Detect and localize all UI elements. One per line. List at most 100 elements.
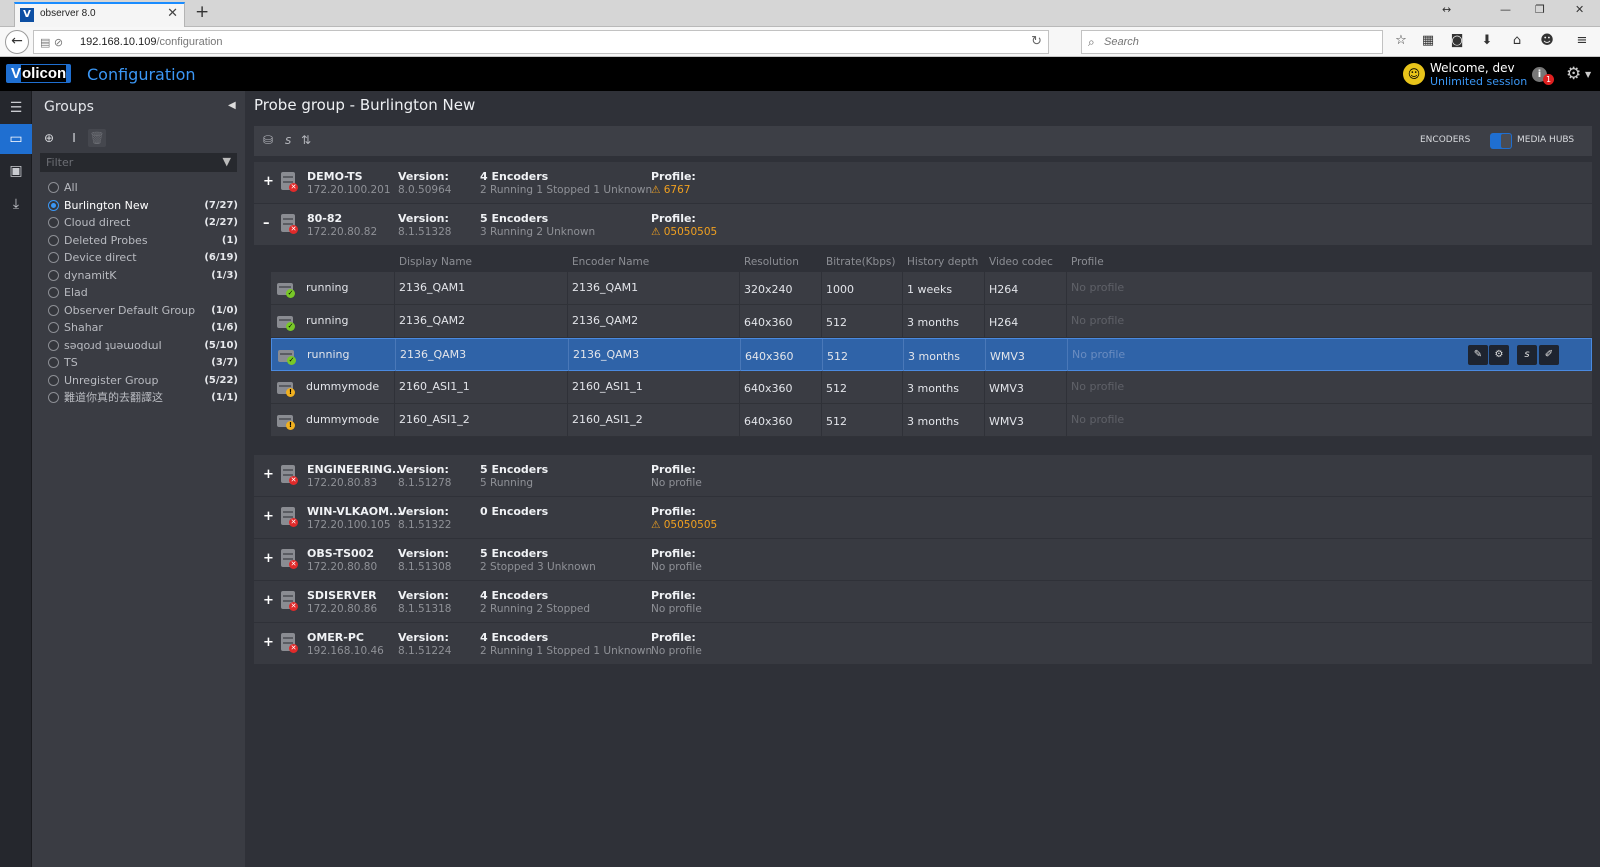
group-item[interactable]: sǝqoɹd ʇuǝɯodɯI (5/10): [48, 337, 238, 355]
search-box[interactable]: ⌕: [1081, 30, 1383, 54]
encoders-toggle-label[interactable]: ENCODERS: [1420, 135, 1470, 145]
probe-row[interactable]: + ✕ ENGINEERING... 172.20.80.83 Version: 8.1.…: [254, 455, 1592, 496]
expand-row-icon[interactable]: +: [263, 174, 274, 189]
script-icon[interactable]: s: [1517, 345, 1537, 365]
column-header[interactable]: Bitrate(Kbps): [826, 256, 895, 268]
group-radio[interactable]: [48, 269, 59, 281]
add-probe-icon[interactable]: ⛁: [263, 133, 273, 147]
group-radio[interactable]: [48, 234, 59, 246]
group-radio[interactable]: [48, 182, 59, 193]
group-radio[interactable]: [48, 304, 59, 316]
group-filter[interactable]: ▼: [40, 153, 237, 172]
group-radio[interactable]: [48, 322, 59, 333]
group-item[interactable]: Deleted Probes (1): [48, 232, 238, 250]
expand-row-icon[interactable]: +: [263, 509, 274, 524]
table-row[interactable]: ! dummymode 2160_ASI1_1 2160_ASI1_1 640x360 5…: [271, 371, 1592, 404]
address-bar[interactable]: ▤ ⊘ 192.168.10.109/configuration ↻: [33, 30, 1049, 54]
minimize-icon[interactable]: —: [1500, 3, 1511, 16]
table-row[interactable]: ✓ running 2136_QAM2 2136_QAM2 640x360 512 3 mo…: [271, 305, 1592, 338]
probe-row[interactable]: – ✕ 80-82 172.20.80.82 Version: 8.1.51328 5 En…: [254, 204, 1592, 245]
expand-row-icon[interactable]: +: [263, 467, 274, 482]
search-input[interactable]: [1104, 34, 1374, 50]
group-radio[interactable]: [48, 357, 59, 368]
column-header[interactable]: Video codec: [989, 256, 1053, 268]
collapse-panel-icon[interactable]: ◀: [228, 100, 236, 111]
group-radio[interactable]: [48, 252, 59, 263]
table-row[interactable]: ! dummymode 2160_ASI1_2 2160_ASI1_2 640x360 5…: [271, 404, 1592, 437]
reading-list-icon[interactable]: ▦: [1420, 33, 1436, 48]
user-avatar-icon[interactable]: ☺: [1403, 63, 1425, 85]
download-nav-icon[interactable]: ⤓: [0, 189, 32, 219]
reload-icon[interactable]: ↻: [1031, 34, 1042, 49]
group-item[interactable]: 難道你真的去翻譯这 (1/1): [48, 389, 238, 407]
menu-icon[interactable]: ≡: [1574, 33, 1590, 48]
delete-group-icon[interactable]: 🗑: [88, 129, 106, 147]
probe-row[interactable]: + ✕ WIN-VLKAOM... 172.20.100.105 Version: 8.1…: [254, 497, 1592, 538]
probe-name[interactable]: SDISERVER: [307, 589, 377, 602]
probes-nav-icon[interactable]: ▭: [0, 124, 32, 154]
group-radio[interactable]: [48, 199, 59, 211]
download-icon[interactable]: ⬇: [1479, 33, 1495, 48]
group-radio[interactable]: [48, 392, 59, 403]
new-tab-icon[interactable]: +: [195, 2, 209, 22]
expand-row-icon[interactable]: +: [263, 551, 274, 566]
gear-icon[interactable]: ⚙: [1566, 64, 1581, 84]
table-row[interactable]: ✓ running 2136_QAM1 2136_QAM1 320x240 1000 1 w…: [271, 272, 1592, 305]
filter-funnel-icon[interactable]: ▼: [223, 155, 231, 168]
collapse-row-icon[interactable]: –: [263, 216, 270, 231]
probe-name[interactable]: ENGINEERING...: [307, 463, 404, 476]
group-radio[interactable]: [48, 374, 59, 386]
encoder-settings-icon[interactable]: ⚙: [1489, 345, 1509, 365]
group-item[interactable]: Burlington New (7/27): [48, 197, 238, 215]
probe-row[interactable]: + ✕ OBS-TS002 172.20.80.80 Version: 8.1.51308…: [254, 539, 1592, 580]
hamburger-menu-icon[interactable]: ☰: [0, 93, 32, 123]
pencil-icon[interactable]: ✐: [1539, 345, 1559, 365]
group-item[interactable]: TS (3/7): [48, 354, 238, 372]
probe-name[interactable]: OBS-TS002: [307, 547, 374, 560]
browser-tab[interactable]: V observer 8.0 ✕: [14, 2, 185, 27]
group-item[interactable]: Device direct (6/19): [48, 249, 238, 267]
column-header[interactable]: Encoder Name: [572, 256, 649, 268]
id-card-nav-icon[interactable]: ▣: [0, 156, 32, 186]
group-item[interactable]: Elad: [48, 284, 238, 302]
probe-row[interactable]: + ✕ OMER-PC 192.168.10.46 Version: 8.1.51224 4…: [254, 623, 1592, 664]
chat-icon[interactable]: ☻: [1539, 33, 1555, 48]
group-radio[interactable]: [48, 339, 59, 351]
expand-row-icon[interactable]: +: [263, 635, 274, 650]
page-info-icon[interactable]: ▤ ⊘: [40, 36, 63, 49]
edit-encoder-icon[interactable]: ✎: [1468, 345, 1488, 365]
add-group-icon[interactable]: ⊕: [40, 129, 58, 147]
volicon-logo[interactable]: Volicon: [6, 64, 72, 83]
rename-group-icon[interactable]: I: [65, 129, 83, 147]
column-header[interactable]: Profile: [1071, 256, 1104, 268]
table-row[interactable]: ✓ running 2136_QAM3 2136_QAM3 640x360 512 3 mo…: [271, 338, 1592, 371]
probe-row[interactable]: + ✕ DEMO-TS 172.20.100.201 Version: 8.0.50964…: [254, 162, 1592, 203]
back-arrow-icon[interactable]: ←: [5, 30, 29, 54]
probe-row[interactable]: + ✕ SDISERVER 172.20.80.86 Version: 8.1.51318…: [254, 581, 1592, 622]
group-item[interactable]: Shahar (1/6): [48, 319, 238, 337]
group-item[interactable]: Observer Default Group (1/0): [48, 302, 238, 320]
chevron-down-icon[interactable]: ▼: [1585, 70, 1591, 79]
probe-name[interactable]: OMER-PC: [307, 631, 364, 644]
probe-name[interactable]: WIN-VLKAOM...: [307, 505, 402, 518]
window-close-icon[interactable]: ✕: [1575, 3, 1584, 16]
script-icon[interactable]: s: [285, 133, 291, 147]
group-radio[interactable]: [48, 217, 59, 228]
column-header[interactable]: Resolution: [744, 256, 799, 268]
tab-close-icon[interactable]: ✕: [167, 6, 178, 21]
group-filter-input[interactable]: [46, 155, 206, 170]
group-item[interactable]: Unregister Group (5/22): [48, 372, 238, 390]
encoders-mediahubs-toggle[interactable]: [1490, 133, 1512, 149]
expand-row-icon[interactable]: +: [263, 593, 274, 608]
column-header[interactable]: Display Name: [399, 256, 472, 268]
group-item[interactable]: Cloud direct (2/27): [48, 214, 238, 232]
welcome-text[interactable]: Welcome, dev: [1430, 61, 1515, 75]
group-radio[interactable]: [48, 287, 59, 298]
probe-name[interactable]: 80-82: [307, 212, 342, 225]
column-header[interactable]: History depth: [907, 256, 978, 268]
group-item[interactable]: dynamitK (1/3): [48, 267, 238, 285]
pocket-icon[interactable]: ◙: [1449, 33, 1465, 48]
bookmark-star-icon[interactable]: ☆: [1393, 33, 1409, 48]
move-probe-icon[interactable]: ⇅: [301, 133, 311, 147]
url-text[interactable]: 192.168.10.109/configuration: [80, 36, 223, 48]
